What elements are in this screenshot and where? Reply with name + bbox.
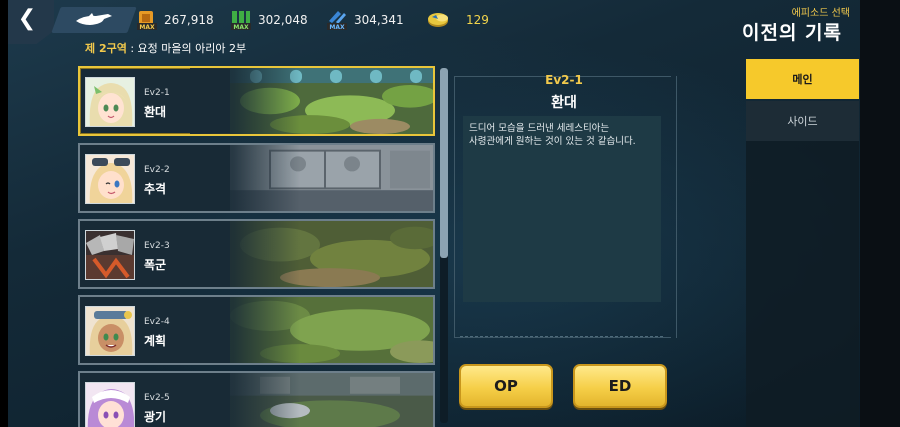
character-portrait [85,77,135,127]
episode-code: Ev2-4 [144,317,170,327]
thumbnail-fade [190,297,300,363]
zone-name: : 요정 마을의 아리아 2부 [126,42,247,55]
detail-episode-title: 환대 [551,95,577,111]
ship-icon [76,13,112,25]
chevron-left-icon: ❮ [17,6,37,31]
character-portrait [85,154,135,204]
resource-gold: 129 [426,9,489,31]
episode-list: Ev2-1 환대 Ev2-2 추격 Ev2-3 폭군 Ev2-4 계획 Ev2-… [78,66,435,427]
ammo-icon: MAX [230,9,252,31]
fuel-value: 267,918 [164,13,214,27]
detail-episode-code: Ev2-1 [545,73,583,87]
max-badge: MAX [139,24,155,31]
list-scrollbar[interactable] [440,68,448,423]
screen-border [0,0,8,427]
gold-value: 129 [466,13,489,27]
scrollbar-thumb[interactable] [440,68,448,258]
top-bar: ❮ MAX 267,918 MAX 302,048 MAX 304,341 12… [8,0,860,44]
episode-item[interactable]: Ev2-3 폭군 [78,219,435,289]
max-badge: MAX [329,24,345,31]
tab-rail [746,141,859,427]
episode-name: 광기 [144,410,167,424]
steel-icon: MAX [326,9,348,31]
thumbnail-fade [190,373,300,427]
thumbnail-fade [190,145,300,211]
episode-name: 환대 [144,105,167,119]
game-screen: ❮ MAX 267,918 MAX 302,048 MAX 304,341 12… [0,0,900,427]
fuel-icon: MAX [136,9,158,31]
page-title: 이전의 기록 [741,22,842,44]
zone-label: 제 2구역 : 요정 마을의 아리아 2부 [85,40,246,56]
divider [460,336,663,337]
character-portrait [85,306,135,356]
episode-item[interactable]: Ev2-2 추격 [78,143,435,213]
steel-value: 304,341 [354,13,404,27]
gold-coin-icon [426,9,452,31]
episode-code: Ev2-5 [144,393,170,403]
tab-side[interactable]: 사이드 [746,101,859,141]
op-button[interactable]: OP [459,364,553,408]
ed-button[interactable]: ED [573,364,667,408]
episode-item[interactable]: Ev2-5 광기 [78,371,435,427]
episode-code: Ev2-2 [144,165,170,175]
episode-name: 추격 [144,182,167,196]
episode-item[interactable]: Ev2-4 계획 [78,295,435,365]
resource-steel: MAX 304,341 [326,9,404,31]
resource-ammo: MAX 302,048 [230,9,308,31]
thumbnail-fade [190,221,300,287]
episode-name: 폭군 [144,258,167,272]
screen-subtitle: 에피소드 선택 [791,8,850,19]
screen-border [860,0,900,427]
resource-fuel: MAX 267,918 [136,9,214,31]
episode-code: Ev2-1 [144,88,170,98]
thumbnail-fade [190,68,300,134]
max-badge: MAX [233,24,249,31]
character-portrait [85,230,135,280]
fleet-button[interactable] [51,7,137,33]
episode-code: Ev2-3 [144,241,170,251]
tab-main[interactable]: 메인 [746,59,859,99]
episode-name: 계획 [144,334,167,348]
episode-description: 드디어 모습을 드러낸 세레스티아는 사령관에게 원하는 것이 있는 것 같습니… [469,123,636,147]
ammo-value: 302,048 [258,13,308,27]
character-portrait [85,382,135,427]
back-button[interactable]: ❮ [8,0,54,44]
zone-number: 제 2구역 [85,42,127,55]
episode-item[interactable]: Ev2-1 환대 [78,66,435,136]
